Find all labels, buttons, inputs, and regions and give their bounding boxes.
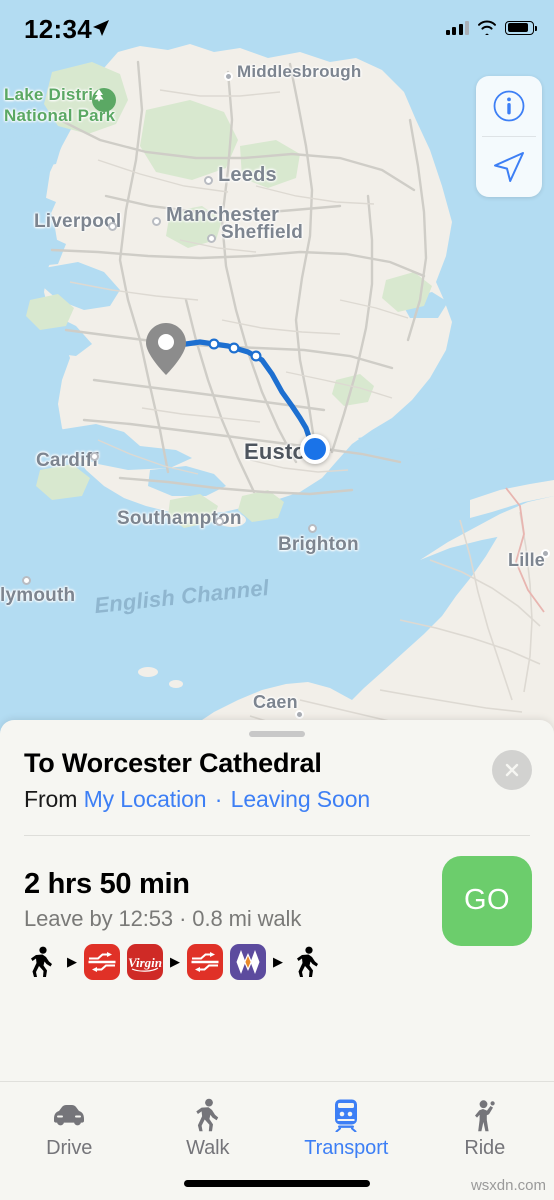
maps-app-screen: Lake District National Park Middlesbroug… — [0, 0, 554, 1200]
blue-location-dot — [300, 434, 330, 464]
tab-drive[interactable]: Drive — [0, 1082, 139, 1160]
status-time: 12:34 — [24, 14, 92, 44]
hailing-person-icon — [472, 1096, 498, 1134]
map-canvas[interactable]: Lake District National Park Middlesbroug… — [0, 0, 554, 760]
virgin-trains-icon: Virgin — [128, 955, 162, 972]
wifi-icon — [478, 20, 496, 35]
origin-separator: · — [214, 785, 223, 812]
walking-person-icon — [195, 1096, 221, 1134]
map-label-sheffield: Sheffield — [221, 222, 304, 243]
train-icon — [331, 1096, 361, 1134]
tab-label: Drive — [46, 1137, 93, 1159]
leg-operator-west-midlands-trains — [230, 943, 266, 980]
map-label-plymouth: lymouth — [0, 585, 76, 606]
tab-ride[interactable]: Ride — [416, 1082, 554, 1160]
leg-operator-national-rail-1 — [84, 943, 120, 980]
city-dot — [295, 710, 304, 719]
walking-person-icon — [297, 946, 318, 977]
walking-person-icon — [31, 946, 52, 977]
tab-label: Transport — [304, 1137, 389, 1159]
leg-walk-start — [24, 944, 60, 980]
origin-link[interactable]: My Location — [84, 786, 207, 812]
city-dot — [207, 234, 216, 243]
locate-me-button[interactable] — [476, 137, 542, 197]
destination-title: To Worcester Cathedral — [24, 748, 322, 778]
navigation-arrow-icon — [494, 152, 524, 182]
map-label-cardiff: Cardiff — [36, 450, 99, 471]
from-prefix: From — [24, 785, 78, 812]
svg-text:Virgin: Virgin — [128, 955, 162, 970]
close-x-icon — [505, 763, 519, 777]
watermark: wsxdn.com — [470, 1177, 546, 1194]
city-dot — [215, 517, 224, 526]
tab-label: Walk — [186, 1137, 230, 1159]
city-dot — [204, 176, 213, 185]
tab-transport[interactable]: Transport — [277, 1082, 416, 1160]
city-dot — [90, 452, 99, 461]
map-label-caen: Caen — [253, 692, 298, 712]
map-controls — [476, 76, 542, 197]
city-dot — [22, 576, 31, 585]
west-midlands-trains-icon — [236, 949, 260, 974]
map-label-lille: Lille — [508, 550, 546, 570]
route-waypoint — [208, 338, 220, 350]
close-button[interactable] — [492, 750, 532, 790]
city-dot — [308, 524, 317, 533]
tab-walk[interactable]: Walk — [139, 1082, 278, 1160]
route-waypoint — [228, 342, 240, 354]
park-tree-icon — [92, 88, 116, 112]
transport-mode-tabbar: Drive Walk Transport Ride wsxdn.com — [0, 1081, 554, 1200]
battery-icon — [505, 20, 537, 35]
departure-link[interactable]: Leaving Soon — [231, 786, 371, 812]
origin-line: From My Location · Leaving Soon — [24, 786, 530, 813]
route-option[interactable]: 2 hrs 50 min Leave by 12:53 · 0.8 mi wal… — [0, 836, 554, 980]
leg-arrow-3: ▶ — [273, 954, 283, 970]
leg-arrow-2: ▶ — [170, 954, 180, 970]
leg-walk-end — [290, 944, 326, 980]
leg-operator-national-rail-2 — [187, 943, 223, 980]
city-dot — [152, 217, 161, 226]
city-dot — [224, 72, 233, 81]
info-button[interactable] — [476, 76, 542, 136]
city-dot — [108, 222, 117, 231]
info-circle-icon — [493, 90, 525, 122]
national-rail-icon — [191, 951, 219, 972]
location-arrow-icon — [92, 19, 110, 42]
go-button[interactable]: GO — [442, 855, 532, 946]
national-rail-icon — [88, 951, 116, 972]
map-label-leeds: Leeds — [218, 164, 277, 186]
tab-label: Ride — [464, 1137, 506, 1159]
route-sheet: To Worcester Cathedral From My Location … — [0, 720, 554, 1200]
sheet-header: To Worcester Cathedral From My Location … — [0, 737, 554, 813]
map-label-brighton: Brighton — [278, 534, 359, 555]
status-bar: 12:34 — [0, 0, 554, 56]
home-indicator[interactable] — [184, 1180, 370, 1187]
car-icon — [51, 1096, 87, 1134]
route-waypoint — [250, 350, 262, 362]
cellular-signal-icon — [445, 20, 469, 35]
map-label-liverpool: Liverpool — [34, 211, 122, 232]
leg-operator-virgin: Virgin — [127, 943, 163, 980]
go-label: GO — [463, 884, 511, 917]
route-legs: ▶ Virgin ▶ ▶ — [24, 943, 530, 980]
city-dot — [541, 549, 550, 558]
map-label-middlesbrough: Middlesbrough — [237, 62, 362, 81]
leg-arrow-1: ▶ — [67, 954, 77, 970]
